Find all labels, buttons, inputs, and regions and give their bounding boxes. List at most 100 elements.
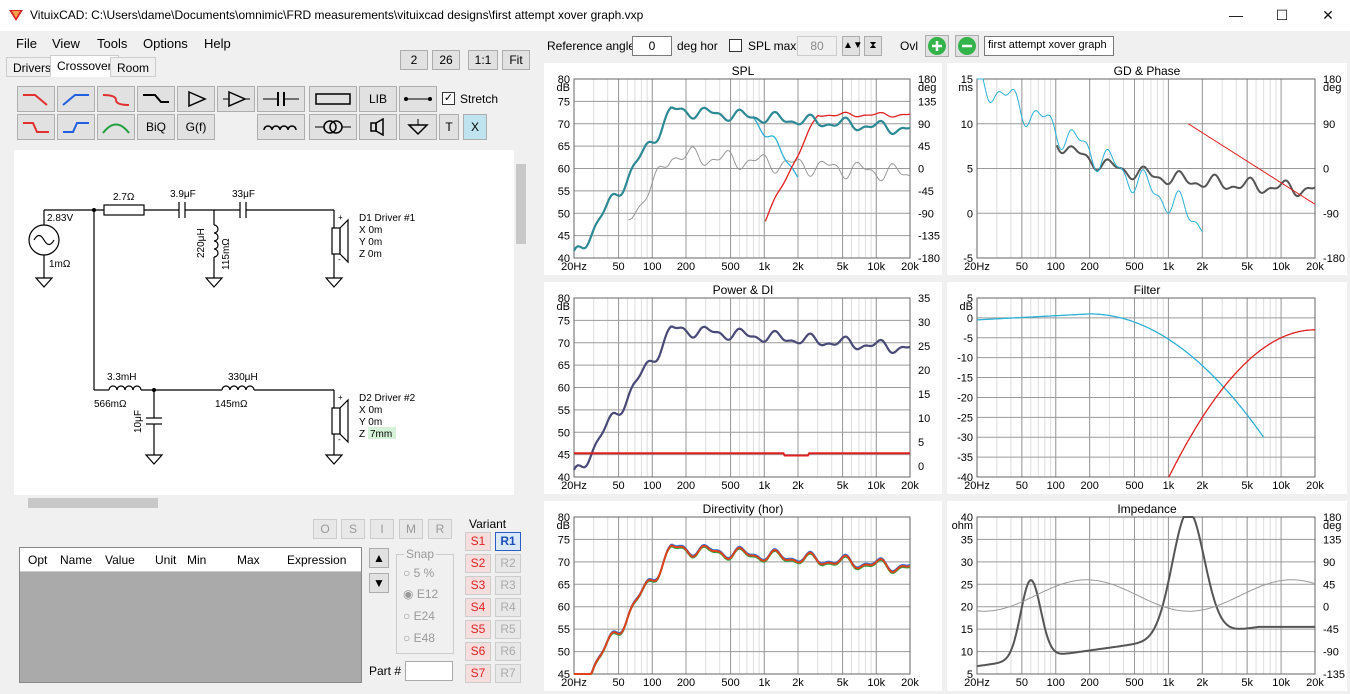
lowpass2-button[interactable] (17, 114, 55, 140)
col-opt[interactable]: Opt (28, 553, 47, 567)
variant-r3[interactable]: R3 (495, 576, 521, 595)
variant-s7[interactable]: S7 (465, 664, 491, 683)
snap-option-5pct[interactable]: ○ 5 % (403, 566, 434, 580)
chart-spl-panel[interactable]: SPL 20Hz 50 100 200 500 1k 2k 5k 10k 20k 80 75 70 65 60… (544, 63, 942, 275)
r-button[interactable]: R (428, 519, 452, 539)
zoom-26-button[interactable]: 26 (432, 50, 460, 70)
spl-reset-button[interactable]: ⧗ (864, 36, 882, 56)
lowpass2-icon (23, 122, 49, 133)
variant-s1[interactable]: S1 (465, 532, 491, 551)
chart-power-panel[interactable]: Power & DI 20Hz 50 100 200 500 1k 2k 5k 10k 20k 80 7… (544, 282, 942, 494)
l1-res-label: 115mΩ (221, 238, 232, 270)
variant-s4[interactable]: S4 (465, 598, 491, 617)
y2-tick-label: 0 (918, 461, 924, 473)
y-tick-label: 25 (961, 579, 973, 591)
highpass2-button[interactable] (57, 114, 95, 140)
bandpass-button[interactable] (97, 114, 135, 140)
i-button[interactable]: I (370, 519, 394, 539)
variant-s2[interactable]: S2 (465, 554, 491, 573)
highpass-blue-button[interactable] (57, 86, 95, 112)
resistor-button[interactable] (309, 86, 357, 112)
col-expression[interactable]: Expression (287, 553, 346, 567)
tab-room[interactable]: Room (110, 57, 157, 77)
x-tick-label: 10k (867, 677, 885, 689)
optimizer-table[interactable]: Opt Name Value Unit Min Max Expression (19, 547, 362, 683)
zoom-2-button[interactable]: 2 (400, 50, 428, 70)
part-input[interactable] (405, 661, 453, 681)
o-button[interactable]: O (313, 519, 337, 539)
minimize-button[interactable]: — (1213, 0, 1259, 31)
variant-r7[interactable]: R7 (495, 664, 521, 683)
variant-s3[interactable]: S3 (465, 576, 491, 595)
close-button[interactable]: ✕ (1305, 0, 1350, 31)
amplifier-button[interactable] (177, 86, 215, 112)
driver-button[interactable] (359, 114, 397, 140)
snap-option-e48[interactable]: ○ E48 (403, 631, 435, 645)
variant-s5[interactable]: S5 (465, 620, 491, 639)
variant-r2[interactable]: R2 (495, 554, 521, 573)
schematic-vscroll[interactable] (514, 150, 528, 495)
col-unit[interactable]: Unit (155, 553, 176, 567)
x-button[interactable]: X (463, 114, 487, 140)
stretch-checkbox[interactable]: ✓ (442, 92, 455, 105)
t-button[interactable]: T (439, 114, 459, 140)
y-axis-label: dB (557, 301, 570, 313)
chart-directivity-panel[interactable]: Directivity (hor) 20Hz 50 100 200 500 1k 2k 5k 10… (544, 501, 942, 691)
wire-button[interactable] (399, 86, 437, 112)
menu-file[interactable]: File (16, 36, 37, 51)
spl-max-checkbox[interactable] (729, 39, 742, 52)
x-tick-label: 10k (1272, 677, 1290, 689)
gf-button[interactable]: G(f) (177, 114, 215, 140)
chart-filter-panel[interactable]: Filter 20Hz 50 100 200 500 1k 2k 5k 10k 20k 5 0 -5 -10… (947, 282, 1347, 494)
spl-spin-button[interactable]: ▲▼ (842, 36, 863, 56)
move-up-button[interactable]: ▲ (369, 548, 389, 568)
capacitor-button[interactable] (257, 86, 305, 112)
menu-view[interactable]: View (52, 36, 80, 51)
schematic-canvas[interactable]: 2.83V 1mΩ 2.7Ω 3.9μF 33μF 220μH 115mΩ D1… (14, 150, 514, 495)
col-min[interactable]: Min (187, 553, 206, 567)
ref-angle-label: Reference angle (547, 39, 636, 53)
col-value[interactable]: Value (105, 553, 135, 567)
ref-angle-input[interactable]: 0 (632, 36, 672, 56)
y-tick-label: 50 (558, 427, 570, 439)
spl-max-input[interactable]: 80 (797, 36, 837, 56)
schematic-hscroll[interactable] (14, 495, 528, 511)
chart-impedance-panel[interactable]: Impedance 20Hz 50 100 200 500 1k 2k 5k 10k 20k 40 35… (947, 501, 1347, 691)
lib-button[interactable]: LIB (359, 86, 397, 112)
variant-r6[interactable]: R6 (495, 642, 521, 661)
variant-r4[interactable]: R4 (495, 598, 521, 617)
transformer-button[interactable] (309, 114, 357, 140)
s-button[interactable]: S (341, 519, 365, 539)
biq-button[interactable]: BiQ (137, 114, 175, 140)
y-tick-label: 0 (967, 208, 973, 220)
chart-impedance-title: Impedance (1117, 502, 1177, 516)
ovl-add-button[interactable] (925, 35, 949, 57)
snap-option-e12[interactable]: ◉ E12 (403, 587, 438, 601)
menu-tools[interactable]: Tools (97, 36, 127, 51)
ovl-remove-button[interactable] (955, 35, 979, 57)
inductor-button[interactable] (257, 114, 305, 140)
maximize-button[interactable]: ☐ (1259, 0, 1305, 31)
menu-help[interactable]: Help (204, 36, 231, 51)
col-name[interactable]: Name (60, 553, 92, 567)
tab-crossover[interactable]: Crossover (50, 55, 119, 77)
col-max[interactable]: Max (237, 553, 260, 567)
snap-option-e24[interactable]: ○ E24 (403, 609, 435, 623)
shelf-button[interactable] (137, 86, 175, 112)
zoom-1to1-button[interactable]: 1:1 (468, 50, 498, 70)
buffer-button[interactable] (217, 86, 255, 112)
move-down-button[interactable]: ▼ (369, 573, 389, 593)
source-res-label: 1mΩ (49, 259, 71, 270)
variant-s6[interactable]: S6 (465, 642, 491, 661)
notch-red-button[interactable] (97, 86, 135, 112)
chart-gd-panel[interactable]: GD & Phase 20Hz 50 100 200 500 1k 2k 5k 10k 20k 15 1… (947, 63, 1347, 275)
ground-button[interactable] (399, 114, 437, 140)
variant-r1[interactable]: R1 (495, 532, 521, 551)
ovl-name-input[interactable]: first attempt xover graph (984, 36, 1114, 56)
lowpass-red-button[interactable] (17, 86, 55, 112)
menu-options[interactable]: Options (143, 36, 188, 51)
m-button[interactable]: M (399, 519, 423, 539)
x-tick-label: 50 (1016, 677, 1028, 689)
zoom-fit-button[interactable]: Fit (502, 50, 530, 70)
variant-r5[interactable]: R5 (495, 620, 521, 639)
